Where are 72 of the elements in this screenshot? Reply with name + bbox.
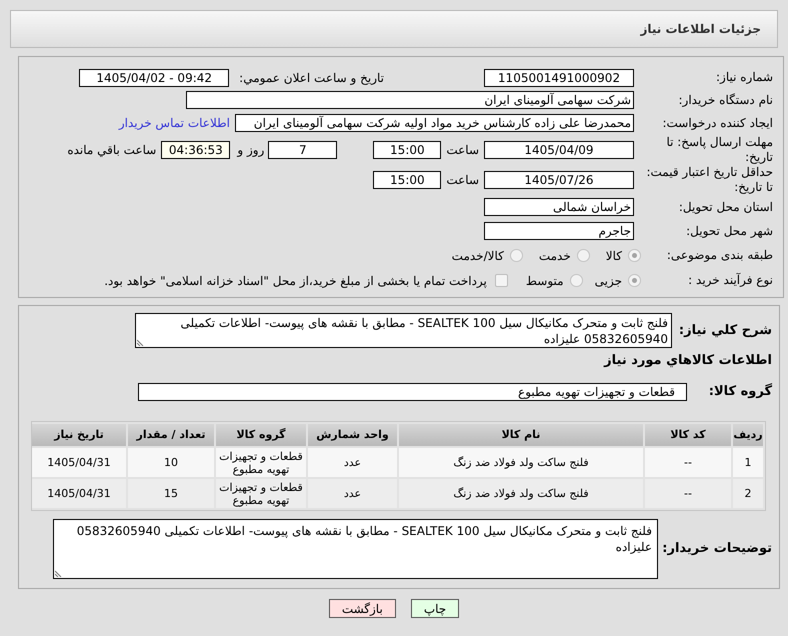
city-field[interactable]: جاجرم xyxy=(484,222,634,240)
field-label: طبقه بندی موضوعی: xyxy=(666,248,773,263)
table-cell: عدد xyxy=(308,448,397,477)
field-label: مهلت ارسال پاسخ: تا تاریخ: xyxy=(665,134,773,164)
option-label[interactable]: خدمت xyxy=(538,246,571,264)
radio-button[interactable] xyxy=(510,249,523,262)
province-field[interactable]: خراسان شمالی xyxy=(484,198,634,216)
field-label: استان محل تحویل: xyxy=(678,200,773,214)
buyer-contact-link[interactable]: اطلاعات تماس خریدار xyxy=(118,114,230,132)
days-field[interactable]: 7 xyxy=(268,140,338,158)
field-label: توضیحات خریدار: xyxy=(662,541,772,557)
requester-field[interactable]: محمدرضا علی زاده کارشناس خرید مواد اولیه شرکت سهامی آلومینای ایران xyxy=(235,114,634,132)
resize-grip-icon[interactable] xyxy=(137,338,145,346)
field-label: ساعت باقي مانده xyxy=(67,142,156,158)
page-title: جزئیات اطلاعات نیاز xyxy=(640,21,761,38)
table-cell: عدد xyxy=(308,479,397,508)
deadline-date-field[interactable]: 1405/04/09 xyxy=(484,140,634,158)
table-header-cell: ردیف xyxy=(733,424,763,446)
need-number-field[interactable]: 1105001491000902 xyxy=(484,68,634,86)
table-header-cell: نام کالا xyxy=(399,424,643,446)
table-cell: 1 xyxy=(733,448,763,477)
back-button[interactable]: بازگشت xyxy=(328,599,396,618)
validity-time-field[interactable]: 15:00 xyxy=(373,170,442,188)
field-label: روز و xyxy=(237,142,264,158)
resize-grip-icon[interactable] xyxy=(55,569,63,577)
checkbox[interactable] xyxy=(494,274,508,287)
option-label[interactable]: جزیی xyxy=(594,272,622,290)
validity-date-field[interactable]: 1405/07/26 xyxy=(484,170,634,188)
table-header-cell: واحد شمارش xyxy=(308,424,397,446)
deadline-time-field[interactable]: 15:00 xyxy=(373,140,442,158)
buyer-organization-field[interactable]: شرکت سهامی آلومینای ایران xyxy=(186,91,634,109)
radio-button[interactable] xyxy=(570,274,583,287)
table-cell: قطعات و تجهیزات تهویه مطبوع xyxy=(216,448,306,477)
remaining-time-field[interactable]: 04:36:53 xyxy=(161,140,230,158)
table-header-cell: تاریخ نیاز xyxy=(32,424,126,446)
table-cell: -- xyxy=(645,448,731,477)
checkbox-label[interactable]: پرداخت تمام یا بخشی از مبلغ خرید،از محل "اسناد خزانه اسلامی" خواهد بود. xyxy=(104,272,487,290)
announcement-date-field[interactable]: 1405/04/02 - 09:42 xyxy=(79,68,230,86)
field-label: تاریخ و ساعت اعلان عمومي: xyxy=(239,70,384,86)
option-label[interactable]: کالا xyxy=(606,246,622,264)
field-label: نام دستگاه خریدار: xyxy=(678,92,773,108)
table-cell: فلنج ساکت ولد فولاد ضد زنگ xyxy=(399,448,643,477)
table-header-cell: کد کالا xyxy=(645,424,731,446)
option-label[interactable]: متوسط xyxy=(526,272,564,290)
table-cell: 15 xyxy=(128,479,214,508)
table-header-cell: تعداد / مقدار xyxy=(128,424,214,446)
radio-button[interactable] xyxy=(628,274,641,287)
print-button[interactable]: چاپ xyxy=(410,599,460,618)
table-cell: 10 xyxy=(128,448,214,477)
goods-group-field[interactable]: قطعات و تجهیزات تهویه مطبوع xyxy=(138,383,687,401)
table-cell: فلنج ساکت ولد فولاد ضد زنگ xyxy=(399,479,643,508)
field-label: ساعت xyxy=(446,172,479,188)
field-label: ساعت xyxy=(446,142,479,158)
field-label: شهر محل تحویل: xyxy=(686,224,773,238)
table-cell: 1405/04/31 xyxy=(32,479,126,508)
table-cell: -- xyxy=(645,479,731,508)
field-label: ایجاد کننده درخواست: xyxy=(662,116,773,130)
buyer-notes-field[interactable]: فلنج ثابت و متحرک مکانیکال سیل SEALTEK 100 - مطابق با نقشه های پیوست- اطلاعات تکمیلی 05832605940 علیزاده xyxy=(53,519,658,579)
radio-button[interactable] xyxy=(576,249,590,262)
field-label: گروه کالا: xyxy=(708,384,772,400)
radio-button[interactable] xyxy=(628,249,641,262)
table-cell: 1405/04/31 xyxy=(32,448,126,477)
table-cell: 2 xyxy=(733,479,763,508)
field-label: شرح کلي نیاز: xyxy=(678,322,772,338)
field-label: شماره نیاز: xyxy=(716,70,773,85)
table-cell: قطعات و تجهیزات تهویه مطبوع xyxy=(216,479,306,508)
table-header-cell: گروه کالا xyxy=(216,424,306,446)
option-label[interactable]: کالا/خدمت xyxy=(452,246,504,264)
section-title: اطلاعات کالاهاي مورد نیاز xyxy=(604,353,772,369)
field-label: نوع فرآیند خرید : xyxy=(688,273,773,288)
field-label: حداقل تاریخ اعتبار قیمت: تا تاریخ: xyxy=(645,164,773,194)
description-field[interactable]: فلنج ثابت و متحرک مکانیکال سیل SEALTEK 100 - مطابق با نقشه های پیوست- اطلاعات تکمیلی 05832605940 علیزاده xyxy=(135,313,672,348)
